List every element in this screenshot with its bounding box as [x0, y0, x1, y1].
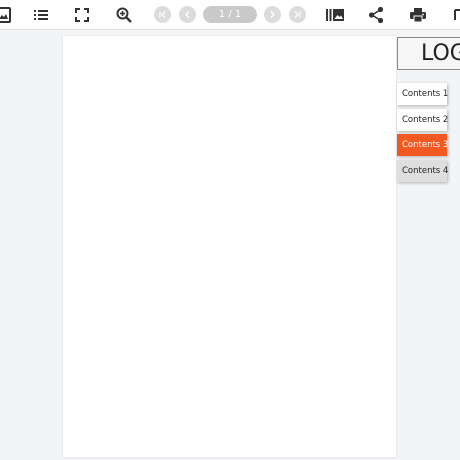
more-icon[interactable]: [449, 2, 460, 28]
tab-contents-1[interactable]: Contents 1: [397, 83, 448, 105]
first-page-icon[interactable]: [154, 6, 171, 23]
next-page-icon[interactable]: [264, 6, 281, 23]
toolbar: 1 / 1: [0, 0, 460, 30]
document-page: [63, 36, 396, 457]
tab-contents-2[interactable]: Contents 2: [397, 108, 448, 131]
prev-page-icon[interactable]: [179, 6, 196, 23]
logo: LOGO: [397, 37, 460, 70]
tab-contents-4[interactable]: Contents 4: [397, 159, 448, 182]
bookshelf-icon[interactable]: [322, 2, 348, 28]
contents-tabs: Contents 1 Contents 2 Contents 3 Content…: [397, 83, 449, 185]
share-icon[interactable]: [363, 2, 389, 28]
last-page-icon[interactable]: [289, 6, 306, 23]
zoom-in-icon[interactable]: [111, 2, 137, 28]
page-counter[interactable]: 1 / 1: [203, 6, 257, 23]
fullscreen-icon[interactable]: [69, 2, 95, 28]
thumbnails-icon[interactable]: [0, 2, 16, 28]
list-icon[interactable]: [28, 2, 54, 28]
print-icon[interactable]: [405, 2, 431, 28]
tab-contents-3[interactable]: Contents 3: [397, 134, 448, 157]
